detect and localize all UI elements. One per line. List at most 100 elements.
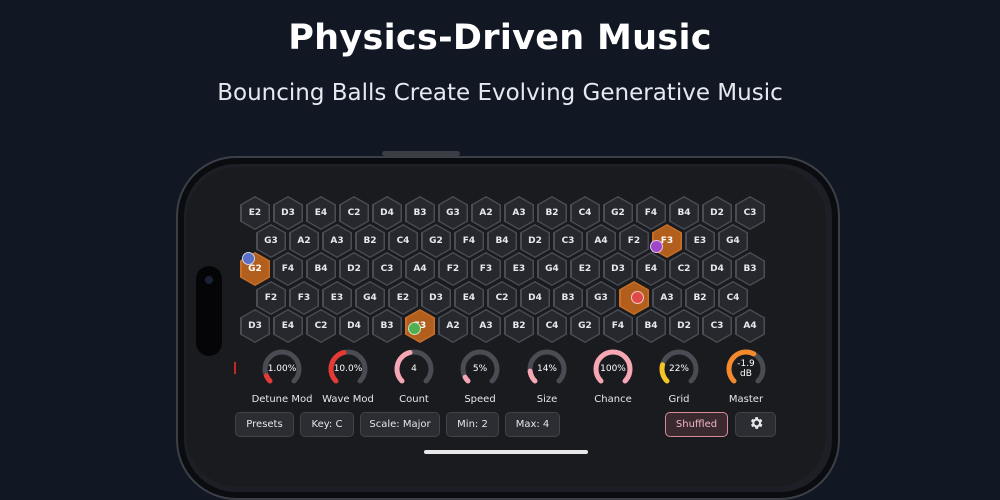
hex-note-label: G3 <box>439 197 467 229</box>
settings-button[interactable] <box>735 412 776 437</box>
hex-note-label: D3 <box>241 310 269 342</box>
knob-value: 5% <box>472 364 488 374</box>
hex-note-label: B3 <box>736 253 764 285</box>
hex-note-label: D4 <box>373 197 401 229</box>
hex-note-label: B3 <box>373 310 401 342</box>
min-button[interactable]: Min: 2 <box>446 412 499 437</box>
hex-note-label: C3 <box>703 310 731 342</box>
hex-note-label: F2 <box>439 253 467 285</box>
hex-note-label: A3 <box>323 225 351 257</box>
hex-note-label: G2 <box>604 197 632 229</box>
hex-note-label: G4 <box>356 282 384 314</box>
knob-chance[interactable]: 100% <box>591 347 635 391</box>
hex-note-label: G3 <box>587 282 615 314</box>
hex-note-label: D3 <box>604 253 632 285</box>
hex-note-label: F3 <box>290 282 318 314</box>
knob-value: -1.9 dB <box>737 359 755 379</box>
hex-note-label: A3 <box>472 310 500 342</box>
hex-note-label: C2 <box>670 253 698 285</box>
knob-value: 22% <box>668 364 689 374</box>
hex-note-label: F4 <box>455 225 483 257</box>
hex-note-label: G4 <box>538 253 566 285</box>
hex-note-label: F4 <box>637 197 665 229</box>
knob-count[interactable]: 4 <box>392 347 436 391</box>
hex-note-label: A2 <box>290 225 318 257</box>
knob-grid[interactable]: 22% <box>657 347 701 391</box>
home-indicator <box>424 450 588 454</box>
hex-note-label: B2 <box>538 197 566 229</box>
hex-note-label: A3 <box>653 282 681 314</box>
hex-note-label: E2 <box>389 282 417 314</box>
hex-note-label: C3 <box>736 197 764 229</box>
hex-note-label: G2 <box>571 310 599 342</box>
hex-note-label: B3 <box>554 282 582 314</box>
hex-note-label: A4 <box>587 225 615 257</box>
hex-note-label: B4 <box>488 225 516 257</box>
hex-note-label: B4 <box>307 253 335 285</box>
hex-note-label: D3 <box>274 197 302 229</box>
key-button[interactable]: Key: C <box>300 412 354 437</box>
hex-note-label: E4 <box>455 282 483 314</box>
knob-detune-mod[interactable]: 1.00% <box>260 347 304 391</box>
hex-note-label: F4 <box>274 253 302 285</box>
knob-value: 4 <box>411 364 417 374</box>
hex-note-label: F3 <box>472 253 500 285</box>
max-button[interactable]: Max: 4 <box>505 412 560 437</box>
hex-note-label: F2 <box>257 282 285 314</box>
hex-note-label: E3 <box>323 282 351 314</box>
ball-blue <box>242 252 255 265</box>
hex-note-label: B4 <box>637 310 665 342</box>
hex-note-label: B2 <box>686 282 714 314</box>
hex-note-label: C2 <box>340 197 368 229</box>
hex-note-label: C4 <box>389 225 417 257</box>
knob-value: 14% <box>536 364 557 374</box>
hex-note-label: D4 <box>703 253 731 285</box>
hex-note-label: D4 <box>521 282 549 314</box>
hex-note-label: A4 <box>736 310 764 342</box>
ball-green <box>408 322 421 335</box>
ball-red <box>631 291 644 304</box>
hex-note-label: G3 <box>257 225 285 257</box>
knob-value: 10.0% <box>333 364 363 374</box>
hex-note-label: C2 <box>488 282 516 314</box>
ball-purple <box>650 240 663 253</box>
hex-note-label: D2 <box>670 310 698 342</box>
hex-note-label: C4 <box>571 197 599 229</box>
hex-note-label: A4 <box>406 253 434 285</box>
shuffled-button[interactable]: Shuffled <box>665 412 728 437</box>
hex-note-label: E4 <box>637 253 665 285</box>
knob-wave-mod[interactable]: 10.0% <box>326 347 370 391</box>
knob-speed[interactable]: 5% <box>458 347 502 391</box>
scale-button[interactable]: Scale: Major <box>360 412 440 437</box>
hex-note-label: E4 <box>307 197 335 229</box>
hex-note-label: E4 <box>274 310 302 342</box>
camera-icon <box>205 276 213 284</box>
knob-value: 100% <box>600 364 626 374</box>
hex-note-label: D2 <box>340 253 368 285</box>
hex-note-label: G4 <box>719 225 747 257</box>
hex-note-label: D2 <box>521 225 549 257</box>
knob-master[interactable]: -1.9 dB <box>724 347 768 391</box>
hex-note-label: C4 <box>719 282 747 314</box>
hex-note-label: A2 <box>472 197 500 229</box>
hex-note-label: D4 <box>340 310 368 342</box>
hex-note-label: E3 <box>686 225 714 257</box>
knob-value: 1.00% <box>267 364 297 374</box>
hex-note-label: C3 <box>554 225 582 257</box>
hex-note-label: F4 <box>604 310 632 342</box>
hex-note-label: A3 <box>505 197 533 229</box>
gear-icon <box>748 415 764 434</box>
hex-note-label: C2 <box>307 310 335 342</box>
hex-note-label: E2 <box>571 253 599 285</box>
presets-button[interactable]: Presets <box>235 412 294 437</box>
hex-note-label: C4 <box>538 310 566 342</box>
page-title: Physics-Driven Music <box>288 18 712 58</box>
knob-size[interactable]: 14% <box>525 347 569 391</box>
hex-note-label: B2 <box>356 225 384 257</box>
hex-note-label: B3 <box>406 197 434 229</box>
hex-note-label: G2 <box>422 225 450 257</box>
hex-note-label: B2 <box>505 310 533 342</box>
hex-note-label: F2 <box>620 225 648 257</box>
hex-note-label: E2 <box>241 197 269 229</box>
knob-label: Master <box>728 394 764 405</box>
